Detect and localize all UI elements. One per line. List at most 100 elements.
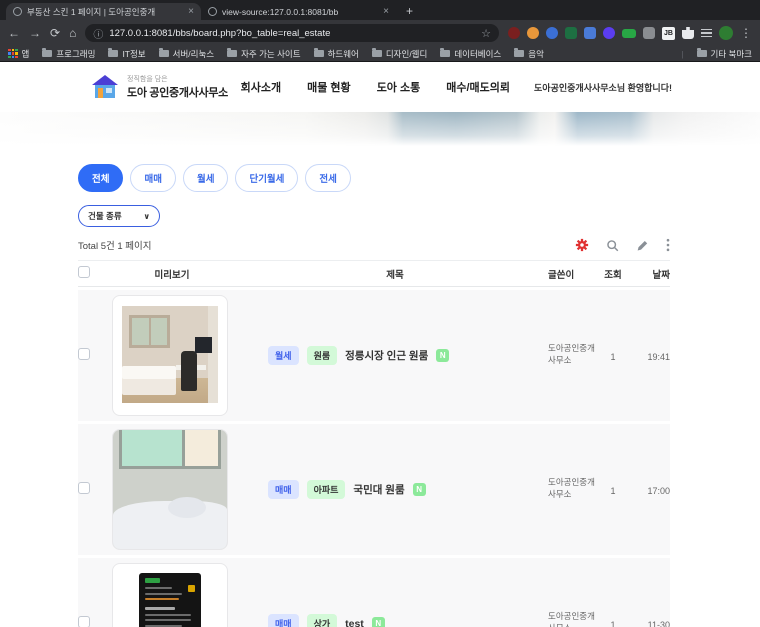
forward-icon[interactable]: → [29, 27, 41, 39]
other-bookmarks-label: 기타 북마크 [711, 48, 752, 60]
author-name: 도아공인중개사무소 [548, 611, 598, 627]
bookmark-folder-server-linux[interactable]: 서버/리눅스 [159, 48, 214, 60]
tab-title: view-source:127.0.0.1:8081/bb [222, 7, 378, 17]
extension-red-icon[interactable] [508, 27, 520, 39]
extension-camera-icon[interactable] [643, 27, 655, 39]
listing-title-link[interactable]: 국민대 원룸 [353, 482, 404, 497]
extension-green-s-icon[interactable] [565, 27, 577, 39]
apps-grid-icon [8, 49, 18, 59]
listing-thumbnail[interactable] [112, 429, 228, 550]
house-logo-icon [90, 74, 120, 100]
deal-type-tag: 매매 [268, 614, 299, 627]
extension-translate-icon[interactable] [584, 27, 596, 39]
folder-icon [42, 50, 52, 57]
tab-close-icon[interactable]: × [383, 6, 389, 17]
site-header: 정직함을 담은 도아 공인중개사사무소 회사소개 매물 현황 도아 소통 매수/… [0, 62, 760, 112]
bookmark-folder-database[interactable]: 데이터베이스 [440, 48, 501, 60]
extension-blue-sphere-icon[interactable] [546, 27, 558, 39]
listing-title-link[interactable]: test [345, 618, 364, 627]
extension-purple-icon[interactable] [603, 27, 615, 39]
building-type-select[interactable]: 건물 종류 ∨ [78, 205, 160, 227]
filter-short-term-rent[interactable]: 단기월세 [235, 164, 298, 192]
extension-green-badge-icon[interactable] [622, 29, 636, 38]
header-date: 날짜 [626, 267, 670, 281]
chevron-down-icon: ∨ [144, 212, 151, 221]
filter-all[interactable]: 전체 [78, 164, 123, 192]
table-row: 매매 상가 test N 도아공인중개사무소 1 11-30 [78, 558, 670, 627]
reload-icon[interactable]: ⟳ [50, 27, 60, 39]
deal-type-tag: 월세 [268, 346, 299, 365]
nav-company[interactable]: 회사소개 [241, 79, 281, 95]
nav-listings[interactable]: 매물 현황 [307, 79, 351, 95]
back-icon[interactable]: ← [8, 27, 20, 39]
select-all-checkbox[interactable] [78, 266, 90, 278]
write-pencil-icon[interactable] [636, 239, 649, 252]
new-tab-button[interactable]: + [406, 4, 413, 20]
admin-gear-icon[interactable] [575, 238, 589, 252]
board-content: 전체 매매 월세 단기월세 전세 건물 종류 ∨ Total 5건 1 페이지 [78, 164, 670, 627]
room-photo [122, 306, 218, 403]
bookmark-folder-programming[interactable]: 프로그래밍 [42, 48, 95, 60]
nav-buy-sell-request[interactable]: 매수/매도의뢰 [446, 79, 510, 95]
site-tagline: 정직함을 담은 [127, 74, 228, 84]
url-text[interactable]: 127.0.0.1:8081/bbs/board.php?bo_table=re… [109, 28, 475, 39]
extension-jb-icon[interactable]: JB [662, 27, 675, 40]
search-icon[interactable] [606, 239, 619, 252]
browser-tab-active[interactable]: 부동산 스킨 1 페이지 | 도아공인중개 × [6, 3, 201, 20]
deal-type-filters: 전체 매매 월세 단기월세 전세 [78, 164, 670, 192]
nav-community[interactable]: 도아 소통 [377, 79, 421, 95]
tab-title: 부동산 스킨 1 페이지 | 도아공인중개 [27, 6, 183, 18]
screenshot-photo [122, 573, 218, 627]
view-count: 1 [610, 620, 615, 627]
bookmark-folder-music[interactable]: 음악 [514, 48, 544, 60]
globe-favicon-icon [13, 7, 22, 16]
site-name: 도아 공인중개사사무소 [127, 84, 228, 100]
view-count: 1 [610, 352, 615, 362]
row-checkbox[interactable] [78, 482, 90, 494]
filter-sale[interactable]: 매매 [130, 164, 175, 192]
listing-title-link[interactable]: 정릉시장 인근 원룸 [345, 348, 428, 363]
bookmark-folder-design[interactable]: 디자인/웹디 [372, 48, 427, 60]
profile-avatar[interactable] [719, 26, 733, 40]
folder-icon [108, 50, 118, 57]
bookmark-folder-frequent-sites[interactable]: 자주 가는 사이트 [227, 48, 300, 60]
bookmark-folder-itinfo[interactable]: IT정보 [108, 48, 145, 60]
browser-menu-icon[interactable]: ⋮ [740, 26, 752, 40]
bookmarks-separator: | [681, 49, 683, 59]
address-bar[interactable]: ⓘ 127.0.0.1:8081/bbs/board.php?bo_table=… [85, 24, 499, 42]
more-options-icon[interactable] [666, 238, 670, 252]
bed-photo [113, 430, 227, 549]
listing-thumbnail[interactable] [112, 563, 228, 627]
filter-jeonse[interactable]: 전세 [305, 164, 350, 192]
playlist-icon[interactable] [701, 29, 712, 38]
folder-icon [227, 50, 237, 57]
header-views: 조회 [600, 267, 626, 281]
row-checkbox[interactable] [78, 348, 90, 360]
deal-type-tag: 매매 [268, 480, 299, 499]
filter-monthly-rent[interactable]: 월세 [183, 164, 228, 192]
tab-close-icon[interactable]: × [188, 6, 194, 17]
bookmark-folder-hardware[interactable]: 하드웨어 [314, 48, 359, 60]
building-type-label: 건물 종류 [88, 210, 122, 222]
hero-image [0, 112, 760, 146]
bookmarks-bar: 앱 프로그래밍 IT정보 서버/리눅스 자주 가는 사이트 하드웨어 디자인/웹… [0, 46, 760, 62]
home-icon[interactable]: ⌂ [69, 27, 76, 39]
site-info-icon[interactable]: ⓘ [93, 26, 103, 41]
building-type-tag: 원룸 [307, 346, 338, 365]
site-logo[interactable]: 정직함을 담은 도아 공인중개사사무소 [90, 74, 228, 100]
bookmark-label: 디자인/웹디 [386, 48, 427, 60]
listing-thumbnail[interactable] [112, 295, 228, 416]
folder-icon [159, 50, 169, 57]
row-checkbox[interactable] [78, 616, 90, 627]
browser-tab-viewsource[interactable]: view-source:127.0.0.1:8081/bb × [201, 3, 396, 20]
header-preview: 미리보기 [102, 267, 242, 281]
extension-orange-icon[interactable] [527, 27, 539, 39]
folder-icon [697, 50, 707, 57]
bookmark-star-icon[interactable]: ☆ [481, 27, 491, 40]
bookmark-label: 앱 [22, 48, 30, 60]
extensions-puzzle-icon[interactable] [682, 27, 694, 39]
other-bookmarks[interactable]: 기타 북마크 [697, 48, 752, 60]
bookmark-apps[interactable]: 앱 [8, 48, 29, 60]
bookmark-label: IT정보 [122, 48, 145, 60]
post-date: 17:00 [647, 486, 670, 496]
